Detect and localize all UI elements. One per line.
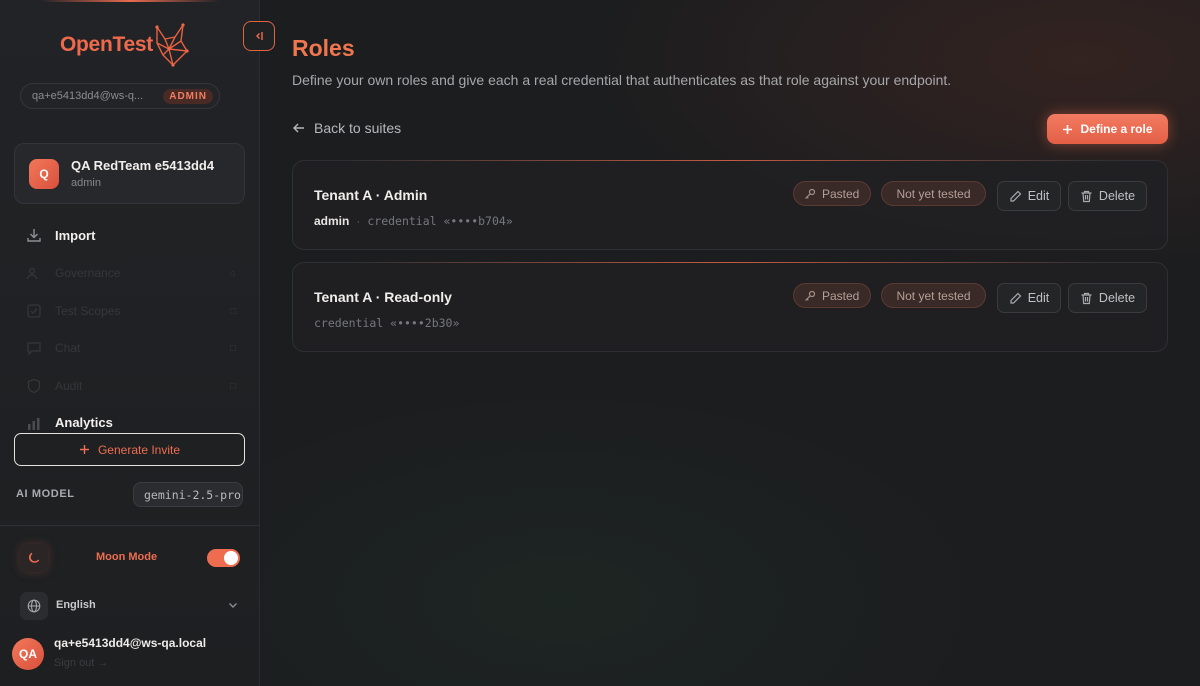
sidebar-item-label: Audit <box>55 379 83 393</box>
globe-icon <box>27 599 41 613</box>
sidebar-divider <box>0 525 259 526</box>
workspace-name: QA RedTeam e5413dd4 <box>71 158 215 173</box>
status-badge: Not yet tested <box>881 283 986 308</box>
user-pill[interactable]: qa+e5413dd4@ws-q... ADMIN <box>20 83 220 109</box>
source-badge: Pasted <box>793 283 871 308</box>
sidebar-item-trail: □ <box>229 305 236 317</box>
main-content: Roles Define your own roles and give eac… <box>261 0 1200 686</box>
sidebar-item-chat[interactable]: Chat □ <box>26 336 236 360</box>
sidebar-item-analytics[interactable]: Analytics <box>26 410 236 434</box>
delete-label: Delete <box>1098 189 1136 203</box>
moon-mode-icon-box <box>20 544 48 572</box>
generate-invite-button[interactable]: Generate Invite <box>14 433 245 466</box>
key-icon <box>805 188 816 199</box>
sidebar-item-audit[interactable]: Audit □ <box>26 374 236 398</box>
role-meta: admin · credential «••••b704» <box>314 214 513 228</box>
sidebar-item-label: Governance <box>55 266 121 280</box>
back-to-suites-link[interactable]: Back to suites <box>292 120 401 136</box>
plus-icon <box>1063 124 1073 134</box>
arrow-left-icon <box>293 123 304 133</box>
pencil-icon <box>1010 190 1022 202</box>
sidebar-item-trail: ⌂ <box>229 267 236 279</box>
define-role-button[interactable]: Define a role <box>1047 114 1168 144</box>
role-title: Tenant A · Admin <box>314 187 428 203</box>
collapse-icon <box>256 32 263 40</box>
toggle-knob <box>224 551 238 565</box>
page-subtitle: Define your own roles and give each a re… <box>292 72 952 88</box>
role-meta: credential «••••2b30» <box>314 316 459 330</box>
footer-email: qa+e5413dd4@ws-qa.local <box>54 636 207 650</box>
delete-role-button[interactable]: Delete <box>1068 181 1147 211</box>
source-badge-label: Pasted <box>822 186 860 201</box>
source-badge: Pasted <box>793 181 871 206</box>
collapse-sidebar-button[interactable] <box>243 21 275 51</box>
role-card: Tenant A · Read-only credential «••••2b3… <box>292 262 1168 352</box>
language-icon-box <box>20 592 48 620</box>
edit-label: Edit <box>1027 189 1050 203</box>
sidebar-item-trail: □ <box>229 342 236 354</box>
sidebar-item-label: Test Scopes <box>55 304 121 318</box>
admin-badge: ADMIN <box>163 88 213 104</box>
role-credential: credential «••••2b30» <box>314 316 460 330</box>
sidebar-item-test-scopes[interactable]: Test Scopes □ <box>26 299 236 323</box>
chart-icon <box>28 418 40 430</box>
user-avatar[interactable]: QA <box>12 638 44 670</box>
fox-logo-icon <box>155 23 189 67</box>
check-icon <box>27 304 41 318</box>
language-label[interactable]: English <box>56 599 96 611</box>
shield-icon <box>27 378 41 394</box>
sidebar-item-label: Chat <box>55 341 81 355</box>
trash-icon <box>1081 190 1092 202</box>
edit-role-button[interactable]: Edit <box>997 181 1061 211</box>
back-label: Back to suites <box>314 120 402 136</box>
sidebar-item-import[interactable]: Import <box>26 223 236 247</box>
edit-role-button[interactable]: Edit <box>997 283 1061 313</box>
download-icon <box>27 229 41 242</box>
logo-text: OpenTest <box>60 33 153 56</box>
page-title: Roles <box>292 35 355 61</box>
meta-separator: · <box>356 214 361 228</box>
sidebar-item-governance[interactable]: Governance ⌂ <box>26 261 236 285</box>
chevron-down-icon[interactable] <box>227 599 239 611</box>
pencil-icon <box>1010 292 1022 304</box>
ai-model-label: AI MODEL <box>16 488 75 500</box>
sidebar-item-label: Analytics <box>55 414 113 430</box>
sidebar: OpenTest qa+e5413dd4@ws-q... ADMIN Q QA … <box>0 0 260 686</box>
workspace-avatar: Q <box>29 158 59 189</box>
status-badge: Not yet tested <box>881 181 986 206</box>
sign-out-link[interactable]: Sign out → <box>54 657 108 669</box>
delete-role-button[interactable]: Delete <box>1068 283 1147 313</box>
moon-mode-toggle[interactable] <box>207 549 240 567</box>
ai-model-select[interactable]: gemini-2.5-pro <box>133 482 243 507</box>
moon-icon <box>28 552 40 563</box>
delete-label: Delete <box>1098 291 1136 305</box>
role-title: Tenant A · Read-only <box>314 289 452 305</box>
generate-invite-label: Generate Invite <box>97 442 181 457</box>
role-card: Tenant A · Admin admin · credential «•••… <box>292 160 1168 250</box>
plus-icon <box>79 445 89 454</box>
source-badge-label: Pasted <box>822 288 860 303</box>
people-icon <box>26 267 38 280</box>
workspace-card[interactable]: Q QA RedTeam e5413dd4 admin <box>14 143 245 204</box>
user-pill-email: qa+e5413dd4@ws-q... <box>32 90 144 102</box>
logo[interactable]: OpenTest <box>60 22 191 68</box>
card-accent-line <box>353 160 1107 161</box>
trash-icon <box>1081 292 1092 304</box>
key-icon <box>805 290 816 301</box>
role-name: admin <box>314 214 350 228</box>
sidebar-item-trail: □ <box>229 380 236 392</box>
moon-mode-label: Moon Mode <box>96 551 158 563</box>
workspace-role: admin <box>71 177 101 189</box>
edit-label: Edit <box>1027 291 1050 305</box>
define-role-label: Define a role <box>1080 122 1153 136</box>
role-credential: credential «••••b704» <box>367 214 513 228</box>
card-accent-line <box>353 262 1107 263</box>
chat-icon <box>27 342 41 356</box>
sidebar-accent-line <box>40 0 220 2</box>
sidebar-item-label: Import <box>55 227 96 243</box>
